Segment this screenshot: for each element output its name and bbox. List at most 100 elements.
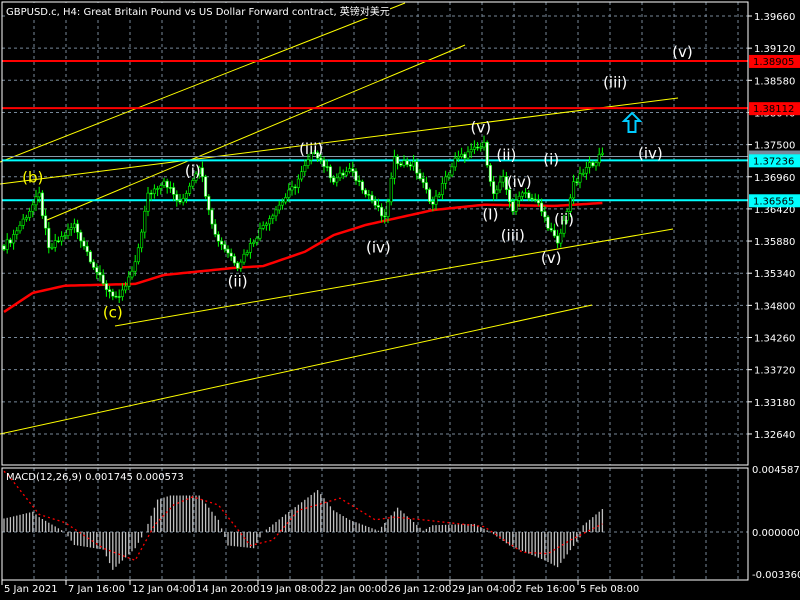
candle xyxy=(21,213,25,230)
candle xyxy=(252,239,256,247)
candle xyxy=(85,241,89,257)
candle-body xyxy=(492,181,496,195)
wave-label: (v) xyxy=(471,119,492,137)
candle xyxy=(591,160,595,168)
candle-body xyxy=(12,234,16,244)
candle-body xyxy=(501,176,505,183)
candle-body xyxy=(469,149,473,153)
wave-label: (iv) xyxy=(507,173,532,191)
candle xyxy=(236,261,240,272)
candle xyxy=(242,249,246,265)
candle-body xyxy=(412,161,416,167)
candle-body xyxy=(159,185,163,189)
candle-body xyxy=(300,171,304,180)
candle-body xyxy=(223,244,227,250)
candle xyxy=(216,231,220,247)
candle-body xyxy=(21,218,25,226)
candle xyxy=(108,285,112,299)
candle xyxy=(146,187,150,217)
candle-body xyxy=(210,209,214,225)
macd-panel xyxy=(3,470,604,570)
candle xyxy=(24,214,28,222)
candle xyxy=(373,196,377,209)
candle-body xyxy=(5,239,9,250)
candle-body xyxy=(450,166,454,176)
candle-body xyxy=(143,210,147,233)
candle xyxy=(549,222,553,233)
candle-body xyxy=(376,205,380,208)
time-tick-label: 19 Jan 08:00 xyxy=(260,584,323,595)
ma-line xyxy=(3,201,603,313)
candle xyxy=(136,243,140,265)
candle-body xyxy=(424,182,428,190)
price-tick-label: 1.34800 xyxy=(754,301,795,312)
candle-body xyxy=(354,170,358,181)
candle xyxy=(450,162,454,178)
candle-body xyxy=(31,204,35,212)
time-tick-label: 5 Feb 08:00 xyxy=(580,584,639,595)
macd-tick-label: -0.003360 xyxy=(752,570,800,581)
time-axis[interactable]: 5 Jan 2021 7 Jan 16:00 12 Jan 04:00 14 Jan … xyxy=(1,580,639,595)
grid xyxy=(2,2,748,580)
candle xyxy=(143,205,147,239)
candle xyxy=(101,269,105,286)
candle xyxy=(277,200,281,214)
candle xyxy=(69,222,73,236)
price-chart[interactable]: (b)(c)(i)(ii)(iii)(iv)(v)(ii)(iv)(I)(iii… xyxy=(0,0,800,600)
candle-body xyxy=(357,180,361,183)
candle-body xyxy=(549,228,553,231)
candle-body xyxy=(584,167,588,174)
candle-body xyxy=(594,162,598,167)
candle xyxy=(447,172,451,181)
candle xyxy=(213,219,217,238)
candle xyxy=(482,135,486,151)
candle xyxy=(428,187,432,205)
candle-body xyxy=(188,185,192,194)
candle xyxy=(245,249,249,257)
candle-body xyxy=(252,241,256,244)
candle-body xyxy=(255,237,259,243)
candle-body xyxy=(517,195,521,201)
price-tick-label: 1.36960 xyxy=(754,173,795,184)
candle-body xyxy=(204,176,208,197)
candle-body xyxy=(258,228,262,239)
price-axis[interactable]: 1.396601.391201.385801.380401.375001.369… xyxy=(748,12,800,581)
price-tag-label: 1.38905 xyxy=(753,57,794,68)
candle xyxy=(44,208,48,236)
candle xyxy=(207,194,211,216)
candle xyxy=(424,176,428,194)
candle xyxy=(492,175,496,201)
candle-body xyxy=(447,174,451,178)
wave-label: (iii) xyxy=(299,140,323,158)
candle-body xyxy=(82,240,86,247)
candle xyxy=(53,233,57,252)
candle xyxy=(440,177,444,200)
candle-body xyxy=(511,201,515,212)
candle-body xyxy=(95,267,99,273)
candle-body xyxy=(175,194,179,201)
price-tick-label: 1.39660 xyxy=(754,12,795,23)
candle-body xyxy=(133,261,137,272)
candle xyxy=(175,190,179,207)
candle-body xyxy=(245,252,249,255)
candle-body xyxy=(287,189,291,198)
candle xyxy=(220,237,224,251)
price-tick-label: 1.33720 xyxy=(754,366,795,377)
candle xyxy=(335,173,339,187)
candle-body xyxy=(15,230,19,235)
candle xyxy=(165,178,169,194)
candle xyxy=(261,221,265,231)
candle-body xyxy=(520,192,524,197)
candle xyxy=(469,143,473,159)
candle-body xyxy=(533,198,537,201)
candle-body xyxy=(200,167,204,177)
candle xyxy=(82,237,86,250)
candle xyxy=(104,280,108,297)
candle xyxy=(325,159,329,172)
candle xyxy=(152,184,156,199)
candle xyxy=(156,185,160,197)
wave-label: (i) xyxy=(185,162,201,180)
candle-body xyxy=(184,193,188,199)
candle-body xyxy=(370,194,374,201)
chart-title: GBPUSD.c, H4: Great Britain Pound vs US … xyxy=(6,3,390,18)
